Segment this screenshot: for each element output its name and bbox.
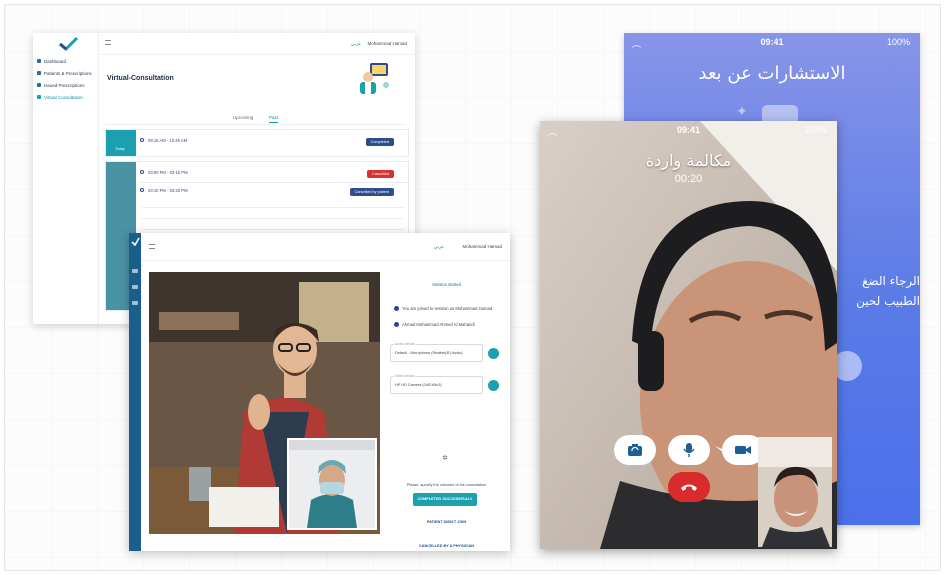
status-bar: ︵ 09:41 100% xyxy=(632,37,910,49)
clock-icon xyxy=(140,188,144,192)
document-icon xyxy=(37,83,41,87)
battery-indicator: 100% xyxy=(803,125,827,135)
user-menu[interactable]: Mohammad Hamad xyxy=(462,244,502,249)
logo-check-icon xyxy=(131,237,140,246)
user-icon xyxy=(37,71,41,75)
top-bar: عربي Mohammad Hamad xyxy=(99,33,415,55)
mobile-incoming-call-screen: ︵ 09:41 100% مكالمة واردة 00:20 xyxy=(540,121,837,549)
tab-upcoming[interactable]: Upcoming xyxy=(233,115,253,120)
completed-successfully-button[interactable]: COMPLETED SUCCESSFULLY xyxy=(413,493,477,506)
switch-camera-button[interactable] xyxy=(614,435,656,465)
page-title: Virtual-Consultation xyxy=(107,75,174,82)
dashboard-icon[interactable] xyxy=(132,269,138,273)
video-session-window: عربي Mohammad Hamad Session started You … xyxy=(129,233,510,551)
end-call-icon xyxy=(681,484,697,491)
loading-spinner-icon: ✲ xyxy=(442,455,448,462)
video-device-select[interactable]: Video device HP HD Camera (04f2:b5c3) xyxy=(390,374,483,394)
sparkle-icon: ✦ xyxy=(736,103,748,119)
sidebar-item-patients[interactable]: Patients & Prescriptions xyxy=(37,67,92,79)
call-duration: 00:20 xyxy=(674,173,703,185)
status-bar: ︵ 09:41 100% xyxy=(548,125,827,137)
menu-icon[interactable] xyxy=(105,40,111,45)
battery-indicator: 100% xyxy=(886,37,910,47)
session-status: Session started xyxy=(432,282,461,287)
tabs: Upcoming Past xyxy=(105,111,405,125)
status-badge: Cancelled xyxy=(367,170,394,178)
sidebar: Dashboard Patients & Prescriptions Issue… xyxy=(33,33,99,324)
patient-didnt-join-button[interactable]: PATIENT DIDN'T JOIN xyxy=(390,520,503,524)
session-panel: Session started You are joined to sessio… xyxy=(390,272,503,548)
participant-row: Ahmad Mohammad Ahmed Al Mahandi xyxy=(394,322,502,327)
date-block: Today xyxy=(106,130,136,156)
call-title: مكالمة واردة xyxy=(645,151,732,170)
sidebar-item-issued[interactable]: Issued Prescriptions xyxy=(37,79,92,91)
outcome-question: Please, specify the outcome of the consu… xyxy=(406,483,487,487)
doctor-video-pip xyxy=(287,438,377,530)
camera-toggle-button[interactable] xyxy=(488,380,499,391)
divider xyxy=(140,182,408,183)
clock-icon xyxy=(140,138,144,142)
microphone-button[interactable] xyxy=(668,435,710,465)
user-icon xyxy=(394,322,399,327)
sidebar xyxy=(129,233,141,551)
video-icon xyxy=(37,95,41,99)
status-badge: Completed xyxy=(365,138,394,146)
info-icon xyxy=(394,306,399,311)
language-switch[interactable]: عربي xyxy=(434,244,444,250)
user-icon[interactable] xyxy=(132,285,138,289)
microphone-toggle-button[interactable] xyxy=(488,348,499,359)
doctor-video-image xyxy=(289,440,375,528)
appointment-card[interactable]: Today 09:15 AM - 10:45 AM Completed xyxy=(105,129,409,157)
grid-icon xyxy=(37,59,41,63)
self-video-image xyxy=(758,437,832,547)
language-switch[interactable]: عربي xyxy=(351,41,361,47)
joined-notice: You are joined to session as Mohammad Ha… xyxy=(394,306,502,311)
top-bar: عربي Mohammad Hamad xyxy=(141,233,510,261)
end-call-button[interactable] xyxy=(668,472,710,502)
logo-check-icon xyxy=(59,37,79,51)
clock-icon xyxy=(140,170,144,174)
video-camera-icon xyxy=(735,446,751,454)
tab-past[interactable]: Past xyxy=(269,115,279,123)
video-icon[interactable] xyxy=(132,301,138,305)
user-menu[interactable]: Mohammad Hamad xyxy=(367,41,407,46)
microphone-icon xyxy=(683,443,695,457)
audio-device-select[interactable]: Audio device Default - Microphone (Realt… xyxy=(390,342,483,362)
switch-camera-icon xyxy=(628,444,642,456)
cancelled-by-physician-button[interactable]: CANCELLED BY A PHYSICIAN xyxy=(390,544,503,548)
doctor-illustration-icon xyxy=(360,63,389,94)
screen-title: الاستشارات عن بعد xyxy=(698,63,846,84)
status-badge: Cancelled by patient xyxy=(349,188,394,196)
sidebar-item-dashboard[interactable]: Dashboard xyxy=(37,55,92,67)
sidebar-item-virtual[interactable]: Virtual Consultation xyxy=(37,91,92,103)
self-video-pip xyxy=(758,437,832,547)
menu-icon[interactable] xyxy=(149,244,155,249)
